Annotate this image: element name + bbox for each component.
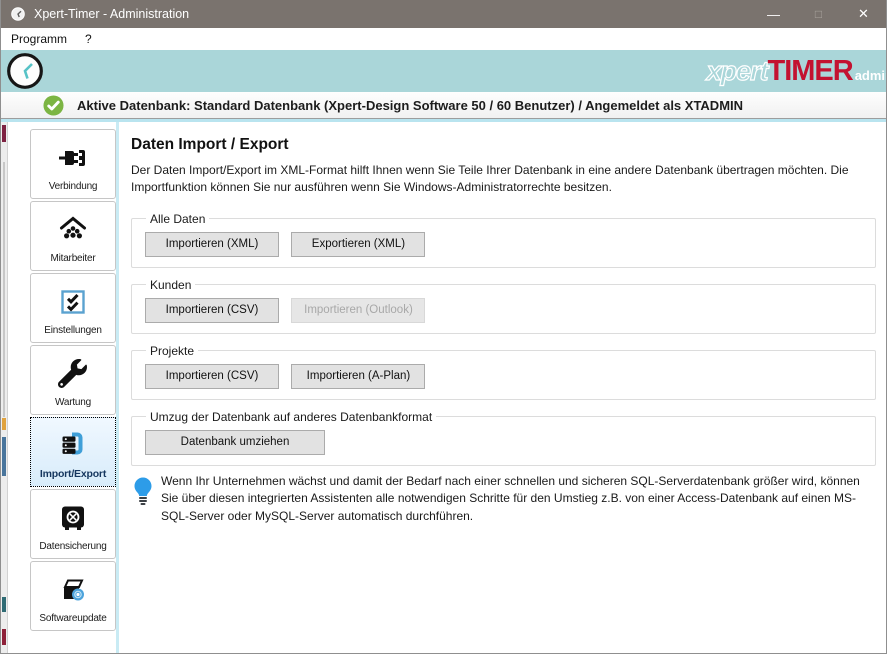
sidebar: Verbindung Mitarbeiter (8, 122, 119, 654)
sidebar-item-mitarbeiter[interactable]: Mitarbeiter (30, 201, 116, 271)
main-content: Daten Import / Export Der Daten Import/E… (119, 122, 886, 654)
minimize-button[interactable]: — (751, 0, 796, 28)
sidebar-item-label: Einstellungen (44, 325, 101, 336)
group-legend: Kunden (146, 278, 195, 292)
sidebar-item-einstellungen[interactable]: Einstellungen (30, 273, 116, 343)
status-bar: Aktive Datenbank: Standard Datenbank (Xp… (1, 92, 886, 119)
projekte-importieren-aplan-button[interactable]: Importieren (A-Plan) (291, 364, 425, 389)
sidebar-item-label: Wartung (55, 397, 91, 408)
software-box-cd-icon (58, 562, 88, 613)
group-alle-daten: Alle Daten Importieren (XML) Exportieren… (131, 212, 876, 268)
clock-logo-icon (6, 52, 44, 92)
sidebar-item-label: Mitarbeiter (50, 253, 95, 264)
xpert-timer-admin-window: Xpert-Timer - Administration — □ ✕ Progr… (0, 0, 887, 654)
lightbulb-icon (133, 476, 153, 511)
intro-text: Der Daten Import/Export im XML-Format hi… (131, 162, 876, 197)
plug-icon (58, 130, 88, 181)
menu-bar: Programm ? (1, 28, 886, 50)
title-bar: Xpert-Timer - Administration — □ ✕ (1, 0, 886, 28)
database-export-icon (58, 418, 88, 468)
sidebar-item-label: Import/Export (40, 468, 106, 480)
menu-programm[interactable]: Programm (2, 30, 76, 48)
clock-app-icon (10, 6, 26, 22)
kunden-importieren-outlook-button: Importieren (Outlook) (291, 298, 425, 323)
group-umzug-datenbank: Umzug der Datenbank auf anderes Datenban… (131, 410, 876, 466)
group-projekte: Projekte Importieren (CSV) Importieren (… (131, 344, 876, 400)
projekte-importieren-csv-button[interactable]: Importieren (CSV) (145, 364, 279, 389)
close-button[interactable]: ✕ (841, 0, 886, 28)
active-database-status: Aktive Datenbank: Standard Datenbank (Xp… (77, 98, 743, 113)
group-legend: Alle Daten (146, 212, 209, 226)
exportieren-xml-button[interactable]: Exportieren (XML) (291, 232, 425, 257)
sidebar-item-datensicherung[interactable]: Datensicherung (30, 489, 116, 559)
importieren-xml-button[interactable]: Importieren (XML) (145, 232, 279, 257)
safe-icon (58, 490, 88, 541)
kunden-importieren-csv-button[interactable]: Importieren (CSV) (145, 298, 279, 323)
brand-logo: xpertTIMERadmin (706, 55, 886, 88)
checklist-icon (58, 274, 88, 325)
header-band: xpertTIMERadmin (1, 50, 886, 92)
window-edge-strip (1, 122, 8, 654)
sidebar-item-verbindung[interactable]: Verbindung (30, 129, 116, 199)
window-title: Xpert-Timer - Administration (34, 7, 751, 21)
sidebar-item-label: Verbindung (49, 181, 98, 192)
maximize-button[interactable]: □ (796, 0, 841, 28)
datenbank-umziehen-button[interactable]: Datenbank umziehen (145, 430, 325, 455)
sidebar-item-import-export[interactable]: Import/Export (30, 417, 116, 487)
sidebar-item-softwareupdate[interactable]: Softwareupdate (30, 561, 116, 631)
menu-help[interactable]: ? (76, 30, 101, 48)
brand-timer-text: TIMER (767, 55, 852, 88)
sidebar-item-wartung[interactable]: Wartung (30, 345, 116, 415)
hint-text: Wenn Ihr Unternehmen wächst und damit de… (161, 473, 876, 525)
sidebar-item-label: Datensicherung (39, 541, 106, 552)
group-legend: Umzug der Datenbank auf anderes Datenban… (146, 410, 436, 424)
green-check-icon (43, 95, 64, 116)
hint-block: Wenn Ihr Unternehmen wächst und damit de… (131, 473, 876, 525)
wrench-icon (58, 346, 88, 397)
brand-xpert-text: xpert (706, 56, 767, 87)
people-house-icon (58, 202, 88, 253)
group-legend: Projekte (146, 344, 198, 358)
brand-admin-text: admin (855, 68, 886, 83)
page-title: Daten Import / Export (131, 136, 876, 154)
sidebar-item-label: Softwareupdate (39, 613, 106, 624)
group-kunden: Kunden Importieren (CSV) Importieren (Ou… (131, 278, 876, 334)
